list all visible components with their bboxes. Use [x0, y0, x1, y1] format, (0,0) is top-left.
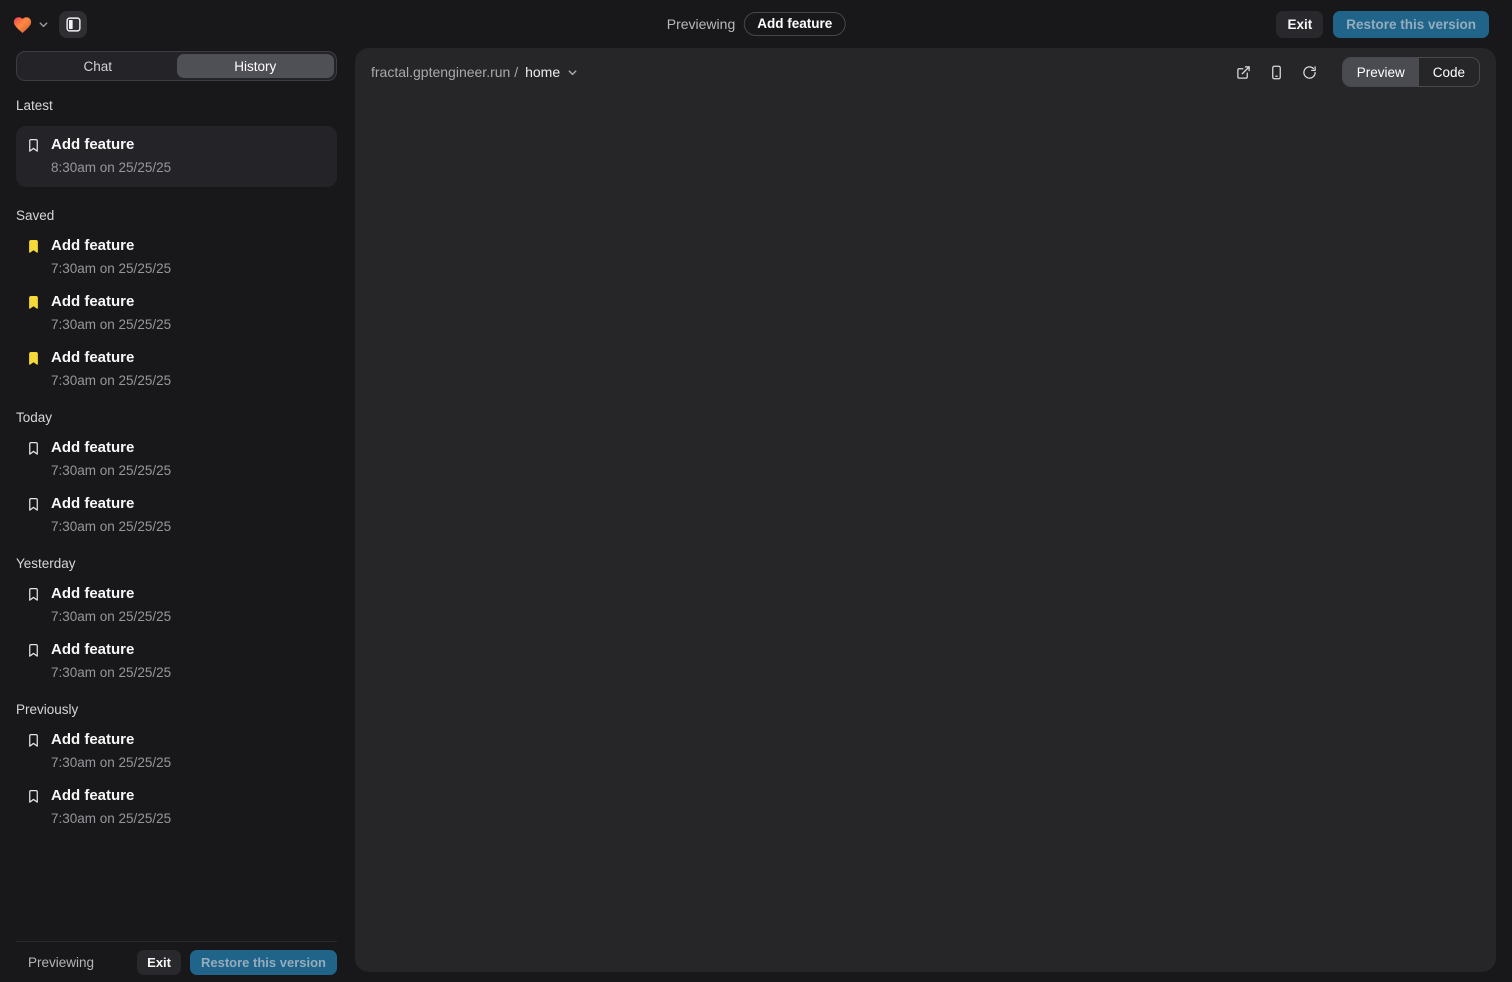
- history-item[interactable]: Add feature 7:30am on 25/25/25: [16, 292, 337, 333]
- section-title: Yesterday: [16, 556, 337, 571]
- history-item-title: Add feature: [51, 640, 171, 660]
- bookmark-icon: [26, 497, 41, 512]
- bookmark-icon: [26, 587, 41, 602]
- history-item-title: Add feature: [51, 292, 171, 312]
- history-sidebar: Chat History Latest Add feature 8:30am o…: [0, 48, 354, 982]
- topbar-status: Previewing Add feature: [667, 0, 846, 48]
- history-item-title: Add feature: [51, 786, 171, 806]
- bookmark-icon: [26, 138, 41, 153]
- chevron-down-icon: [38, 19, 49, 30]
- sidebar-toggle-button[interactable]: [59, 11, 87, 38]
- smartphone-icon: [1269, 65, 1284, 80]
- section-title: Latest: [16, 98, 337, 113]
- history-item-time: 7:30am on 25/25/25: [51, 462, 171, 479]
- history-item-title: Add feature: [51, 584, 171, 604]
- version-badge[interactable]: Add feature: [744, 12, 845, 36]
- refresh-button[interactable]: [1297, 59, 1323, 85]
- history-section-today: Today Add feature 7:30am on 25/25/25 Add…: [16, 410, 337, 535]
- open-in-new-tab-button[interactable]: [1231, 59, 1257, 85]
- history-item[interactable]: Add feature 7:30am on 25/25/25: [16, 584, 337, 625]
- bookmark-icon: [26, 733, 41, 748]
- bookmark-saved-icon: [26, 351, 41, 366]
- view-mode-toggle: Preview Code: [1342, 57, 1480, 87]
- view-toggle-code[interactable]: Code: [1419, 58, 1479, 86]
- sidebar-footer: Previewing Exit Restore this version: [16, 941, 337, 982]
- history-item-time: 7:30am on 25/25/25: [51, 316, 171, 333]
- history-item[interactable]: Add feature 7:30am on 25/25/25: [16, 786, 337, 827]
- exit-button[interactable]: Exit: [1276, 11, 1323, 38]
- history-list: Latest Add feature 8:30am on 25/25/25 Sa…: [16, 81, 337, 941]
- heart-logo-icon: [12, 15, 33, 34]
- preview-viewport: [355, 96, 1496, 972]
- chevron-down-icon: [567, 67, 578, 78]
- refresh-icon: [1302, 65, 1317, 80]
- footer-restore-version-button[interactable]: Restore this version: [190, 950, 337, 975]
- preview-url-page: home: [525, 64, 560, 80]
- history-item-time: 7:30am on 25/25/25: [51, 664, 171, 681]
- history-item[interactable]: Add feature 8:30am on 25/25/25: [16, 126, 337, 187]
- history-item[interactable]: Add feature 7:30am on 25/25/25: [16, 236, 337, 277]
- preview-url-domain: fractal.gptengineer.run /: [371, 64, 518, 80]
- history-section-yesterday: Yesterday Add feature 7:30am on 25/25/25…: [16, 556, 337, 681]
- history-item[interactable]: Add feature 7:30am on 25/25/25: [16, 730, 337, 771]
- bookmark-icon: [26, 643, 41, 658]
- history-item-time: 7:30am on 25/25/25: [51, 518, 171, 535]
- tab-history[interactable]: History: [177, 54, 335, 78]
- mobile-view-button[interactable]: [1264, 59, 1290, 85]
- history-item-time: 7:30am on 25/25/25: [51, 372, 171, 389]
- history-item-title: Add feature: [51, 348, 171, 368]
- history-item-title: Add feature: [51, 236, 171, 256]
- history-section-latest: Latest Add feature 8:30am on 25/25/25: [16, 98, 337, 187]
- external-link-icon: [1236, 65, 1251, 80]
- view-toggle-preview[interactable]: Preview: [1343, 58, 1419, 86]
- bookmark-icon: [26, 441, 41, 456]
- history-item[interactable]: Add feature 7:30am on 25/25/25: [16, 438, 337, 479]
- history-item[interactable]: Add feature 7:30am on 25/25/25: [16, 494, 337, 535]
- history-item-title: Add feature: [51, 135, 171, 155]
- preview-url-selector[interactable]: fractal.gptengineer.run / home: [371, 64, 578, 80]
- footer-previewing-label: Previewing: [28, 955, 94, 970]
- panel-left-icon: [65, 16, 82, 33]
- history-item-title: Add feature: [51, 730, 171, 750]
- sidebar-tabs: Chat History: [16, 51, 337, 81]
- restore-version-button[interactable]: Restore this version: [1333, 11, 1489, 38]
- section-title: Today: [16, 410, 337, 425]
- bookmark-icon: [26, 789, 41, 804]
- history-item[interactable]: Add feature 7:30am on 25/25/25: [16, 640, 337, 681]
- history-item[interactable]: Add feature 7:30am on 25/25/25: [16, 348, 337, 389]
- footer-exit-button[interactable]: Exit: [137, 950, 181, 975]
- section-title: Previously: [16, 702, 337, 717]
- previewing-label: Previewing: [667, 16, 735, 32]
- topbar: Previewing Add feature Exit Restore this…: [0, 0, 1512, 48]
- bookmark-saved-icon: [26, 239, 41, 254]
- history-section-previously: Previously Add feature 7:30am on 25/25/2…: [16, 702, 337, 827]
- history-section-saved: Saved Add feature 7:30am on 25/25/25 Add…: [16, 208, 337, 389]
- history-item-time: 8:30am on 25/25/25: [51, 159, 171, 176]
- bookmark-saved-icon: [26, 295, 41, 310]
- history-item-time: 7:30am on 25/25/25: [51, 260, 171, 277]
- history-item-title: Add feature: [51, 494, 171, 514]
- preview-panel: fractal.gptengineer.run / home: [355, 48, 1496, 972]
- history-item-title: Add feature: [51, 438, 171, 458]
- tab-chat[interactable]: Chat: [19, 54, 177, 78]
- history-item-time: 7:30am on 25/25/25: [51, 608, 171, 625]
- preview-header: fractal.gptengineer.run / home: [355, 48, 1496, 96]
- history-item-time: 7:30am on 25/25/25: [51, 810, 171, 827]
- section-title: Saved: [16, 208, 337, 223]
- app-logo-menu[interactable]: [12, 15, 49, 34]
- history-item-time: 7:30am on 25/25/25: [51, 754, 171, 771]
